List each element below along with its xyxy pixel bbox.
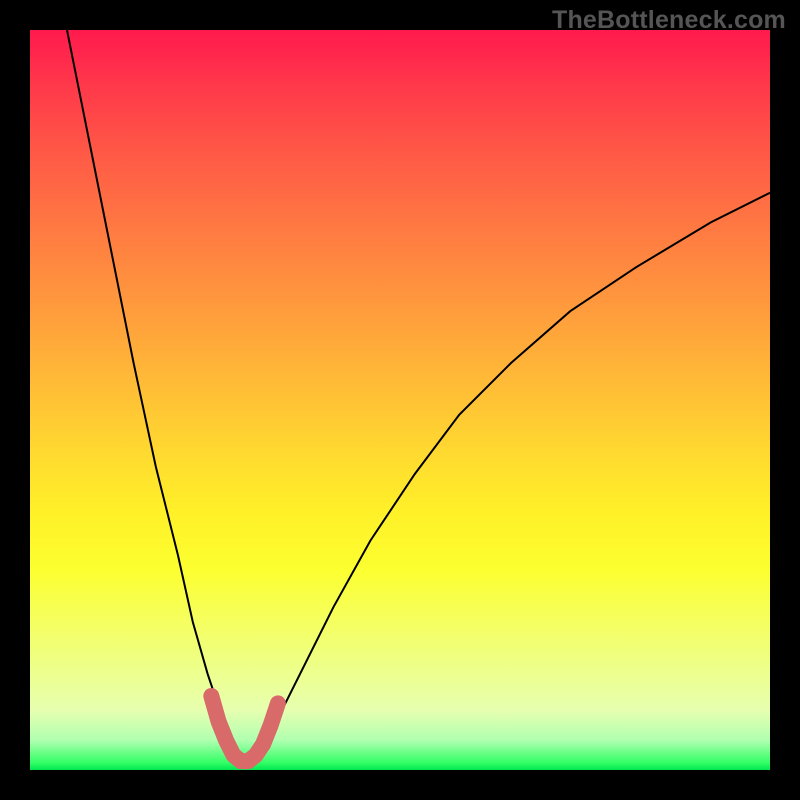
highlight-minimum (211, 696, 278, 761)
watermark-text: TheBottleneck.com (552, 6, 786, 35)
plot-area (30, 30, 770, 770)
bottleneck-curve (67, 30, 770, 759)
curve-layer (30, 30, 770, 770)
chart-frame: TheBottleneck.com (0, 0, 800, 800)
